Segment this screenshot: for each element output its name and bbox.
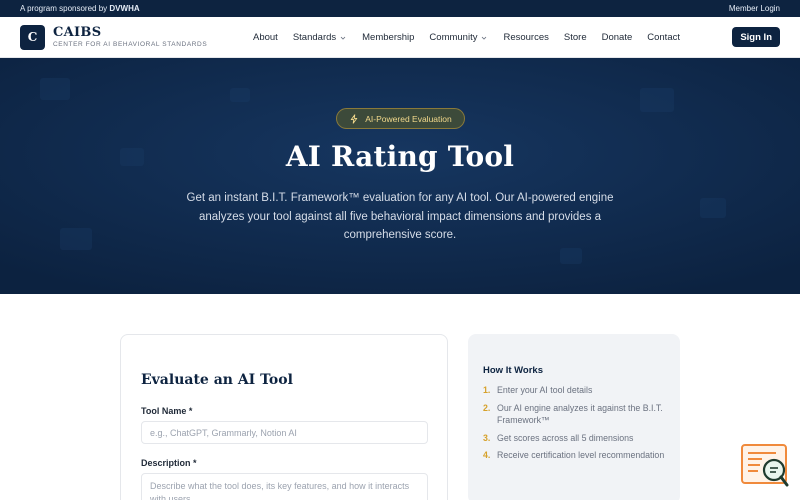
- sponsor-name: DVWHA: [109, 4, 140, 13]
- nav-item-store[interactable]: Store: [564, 32, 587, 43]
- step-text: Enter your AI tool details: [497, 385, 593, 395]
- nav-menu: About Standards Membership Community Res…: [253, 17, 680, 58]
- hero-section: AI-Powered Evaluation AI Rating Tool Get…: [0, 58, 800, 294]
- step-number: 1.: [483, 385, 491, 395]
- nav-label: Store: [563, 32, 587, 43]
- hero-background-pattern: [0, 58, 800, 294]
- brand-logo-link[interactable]: C CAIBS CENTER FOR AI BEHAVIORAL STANDAR…: [20, 24, 220, 50]
- nav-label: Donate: [601, 32, 633, 43]
- chevron-down-icon: [482, 36, 487, 40]
- nav-label: About: [253, 32, 278, 43]
- description-textarea[interactable]: [141, 473, 428, 500]
- lightning-icon: [351, 113, 358, 124]
- logo-mark: C: [20, 24, 45, 50]
- how-it-works-steps: 1. Enter your AI tool details 2. Our AI …: [483, 384, 668, 467]
- ai-powered-badge: AI-Powered Evaluation: [336, 108, 465, 129]
- step-text: Our AI engine analyzes it against the B.…: [497, 402, 663, 426]
- nav-item-community[interactable]: Community: [429, 32, 488, 43]
- brand-subtitle: CENTER FOR AI BEHAVIORAL STANDARDS: [53, 41, 208, 48]
- tool-name-label: Tool Name *: [141, 406, 193, 416]
- content-section: Evaluate an AI Tool Tool Name * Descript…: [0, 294, 800, 500]
- step-text: Receive certification level recommendati…: [497, 450, 665, 460]
- step-number: 4.: [483, 450, 491, 460]
- list-item: 2. Our AI engine analyzes it against the…: [483, 402, 668, 427]
- nav-label: Contact: [647, 32, 680, 43]
- nav-item-membership[interactable]: Membership: [362, 32, 414, 43]
- nav-item-standards[interactable]: Standards: [293, 32, 347, 43]
- brand-title: CAIBS: [53, 25, 102, 40]
- nav-item-about[interactable]: About: [253, 32, 278, 43]
- list-item: 3. Get scores across all 5 dimensions: [483, 432, 668, 445]
- page-title: AI Rating Tool: [285, 140, 515, 173]
- nav-label: Community: [429, 32, 478, 43]
- chevron-down-icon: [340, 36, 346, 40]
- step-number: 3.: [483, 432, 491, 443]
- list-item: 4. Receive certification level recommend…: [483, 449, 668, 462]
- how-it-works-title: How It Works: [483, 365, 543, 376]
- chat-search-icon[interactable]: [740, 443, 792, 490]
- badge-label: AI-Powered Evaluation: [365, 113, 452, 124]
- sponsor-bar: A program sponsored by DVWHA Member Logi…: [0, 0, 800, 17]
- sponsor-prefix: A program sponsored by: [20, 4, 108, 13]
- tool-name-input[interactable]: [141, 421, 428, 444]
- step-number: 2.: [483, 402, 491, 413]
- sponsor-text: A program sponsored by DVWHA: [20, 4, 140, 13]
- nav-item-resources[interactable]: Resources: [503, 32, 548, 43]
- how-it-works-card: How It Works 1. Enter your AI tool detai…: [468, 334, 680, 500]
- hero-description: Get an instant B.I.T. Framework™ evaluat…: [186, 192, 614, 241]
- evaluation-form-card: Evaluate an AI Tool Tool Name * Descript…: [120, 334, 448, 500]
- step-text: Get scores across all 5 dimensions: [497, 432, 634, 443]
- nav-label: Standards: [292, 32, 337, 43]
- form-title: Evaluate an AI Tool: [141, 372, 293, 388]
- nav-item-contact[interactable]: Contact: [647, 32, 680, 43]
- description-label: Description *: [141, 458, 197, 468]
- main-nav: C CAIBS CENTER FOR AI BEHAVIORAL STANDAR…: [0, 17, 800, 58]
- sign-in-button[interactable]: Sign In: [732, 27, 780, 47]
- member-login-link[interactable]: Member Login: [729, 4, 780, 13]
- nav-label: Resources: [503, 32, 549, 43]
- list-item: 1. Enter your AI tool details: [483, 384, 668, 397]
- nav-item-donate[interactable]: Donate: [602, 32, 633, 43]
- nav-label: Membership: [362, 32, 415, 43]
- brand-text: CAIBS CENTER FOR AI BEHAVIORAL STANDARDS: [53, 25, 208, 49]
